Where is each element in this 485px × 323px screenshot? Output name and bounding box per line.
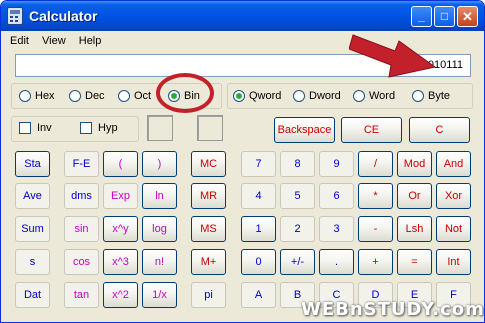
radio-circle-icon	[118, 90, 130, 102]
key-m-button[interactable]: M+	[191, 249, 226, 275]
key-x-3-button[interactable]: x^3	[103, 249, 138, 275]
key-lsh-button[interactable]: Lsh	[397, 216, 432, 242]
key-log-button[interactable]: log	[142, 216, 177, 242]
clear-button[interactable]: C	[409, 117, 470, 143]
key-mod-button[interactable]: Mod	[397, 151, 432, 177]
key-key-button[interactable]: .	[319, 249, 354, 275]
memory-indicator	[197, 115, 223, 141]
key-exp-button[interactable]: Exp	[103, 183, 138, 209]
key-sum-button[interactable]: Sum	[15, 216, 50, 242]
key-ms-button[interactable]: MS	[191, 216, 226, 242]
key-xor-button[interactable]: Xor	[436, 183, 471, 209]
key-pi-button[interactable]: pi	[191, 282, 226, 308]
parenthesis-indicator	[147, 115, 173, 141]
key-a-button[interactable]: A	[241, 282, 276, 308]
checkbox-icon	[19, 122, 31, 134]
key-not-button[interactable]: Not	[436, 216, 471, 242]
annotation-arrow-icon	[349, 34, 437, 78]
menu-view[interactable]: View	[37, 33, 71, 49]
backspace-button[interactable]: Backspace	[274, 117, 335, 143]
key-mc-button[interactable]: MC	[191, 151, 226, 177]
key-key-button[interactable]: /	[358, 151, 393, 177]
key-x-y-button[interactable]: x^y	[103, 216, 138, 242]
key-key-button[interactable]: (	[103, 151, 138, 177]
maximize-button[interactable]: □	[434, 6, 455, 27]
key-1-button[interactable]: 1	[241, 216, 276, 242]
radio-circle-icon	[353, 90, 365, 102]
key-5-button[interactable]: 5	[280, 183, 315, 209]
key-cos-button[interactable]: cos	[64, 249, 99, 275]
key-dat-button[interactable]: Dat	[15, 282, 50, 308]
radio-circle-icon	[412, 90, 424, 102]
key-6-button[interactable]: 6	[319, 183, 354, 209]
close-button[interactable]: ✕	[457, 6, 478, 27]
radio-circle-icon	[69, 90, 81, 102]
key-9-button[interactable]: 9	[319, 151, 354, 177]
radio-circle-selected-icon	[233, 90, 245, 102]
key-x-2-button[interactable]: x^2	[103, 282, 138, 308]
key-4-button[interactable]: 4	[241, 183, 276, 209]
calculator-app-icon	[7, 7, 23, 25]
menu-edit[interactable]: Edit	[5, 33, 34, 49]
key-key-button[interactable]: *	[358, 183, 393, 209]
key-n-button[interactable]: n!	[142, 249, 177, 275]
minimize-button[interactable]: _	[411, 6, 432, 27]
key-key-button[interactable]: +	[358, 249, 393, 275]
watermark-text: WEBnSTUDY.com	[301, 299, 485, 320]
clear-entry-button[interactable]: CE	[341, 117, 402, 143]
key-ave-button[interactable]: Ave	[15, 183, 50, 209]
key-dms-button[interactable]: dms	[64, 183, 99, 209]
key-key-button[interactable]: =	[397, 249, 432, 275]
key-and-button[interactable]: And	[436, 151, 471, 177]
key-s-button[interactable]: s	[15, 249, 50, 275]
key-or-button[interactable]: Or	[397, 183, 432, 209]
checkbox-icon	[80, 122, 92, 134]
annotation-circle-icon	[156, 73, 214, 113]
key-key-button[interactable]: +/-	[280, 249, 315, 275]
key-2-button[interactable]: 2	[280, 216, 315, 242]
key-8-button[interactable]: 8	[280, 151, 315, 177]
key-int-button[interactable]: Int	[436, 249, 471, 275]
key-key-button[interactable]: -	[358, 216, 393, 242]
key-0-button[interactable]: 0	[241, 249, 276, 275]
key-mr-button[interactable]: MR	[191, 183, 226, 209]
key-sin-button[interactable]: sin	[64, 216, 99, 242]
key-7-button[interactable]: 7	[241, 151, 276, 177]
key-3-button[interactable]: 3	[319, 216, 354, 242]
key-key-button[interactable]: )	[142, 151, 177, 177]
radio-circle-icon	[293, 90, 305, 102]
key-ln-button[interactable]: ln	[142, 183, 177, 209]
key-f-e-button[interactable]: F-E	[64, 151, 99, 177]
key-sta-button[interactable]: Sta	[15, 151, 50, 177]
calculator-window: Calculator _ □ ✕ Edit View Help 10010111…	[0, 0, 485, 323]
key-1-x-button[interactable]: 1/x	[142, 282, 177, 308]
radio-circle-icon	[19, 90, 31, 102]
window-title: Calculator	[29, 8, 98, 24]
key-tan-button[interactable]: tan	[64, 282, 99, 308]
menu-help[interactable]: Help	[74, 33, 107, 49]
